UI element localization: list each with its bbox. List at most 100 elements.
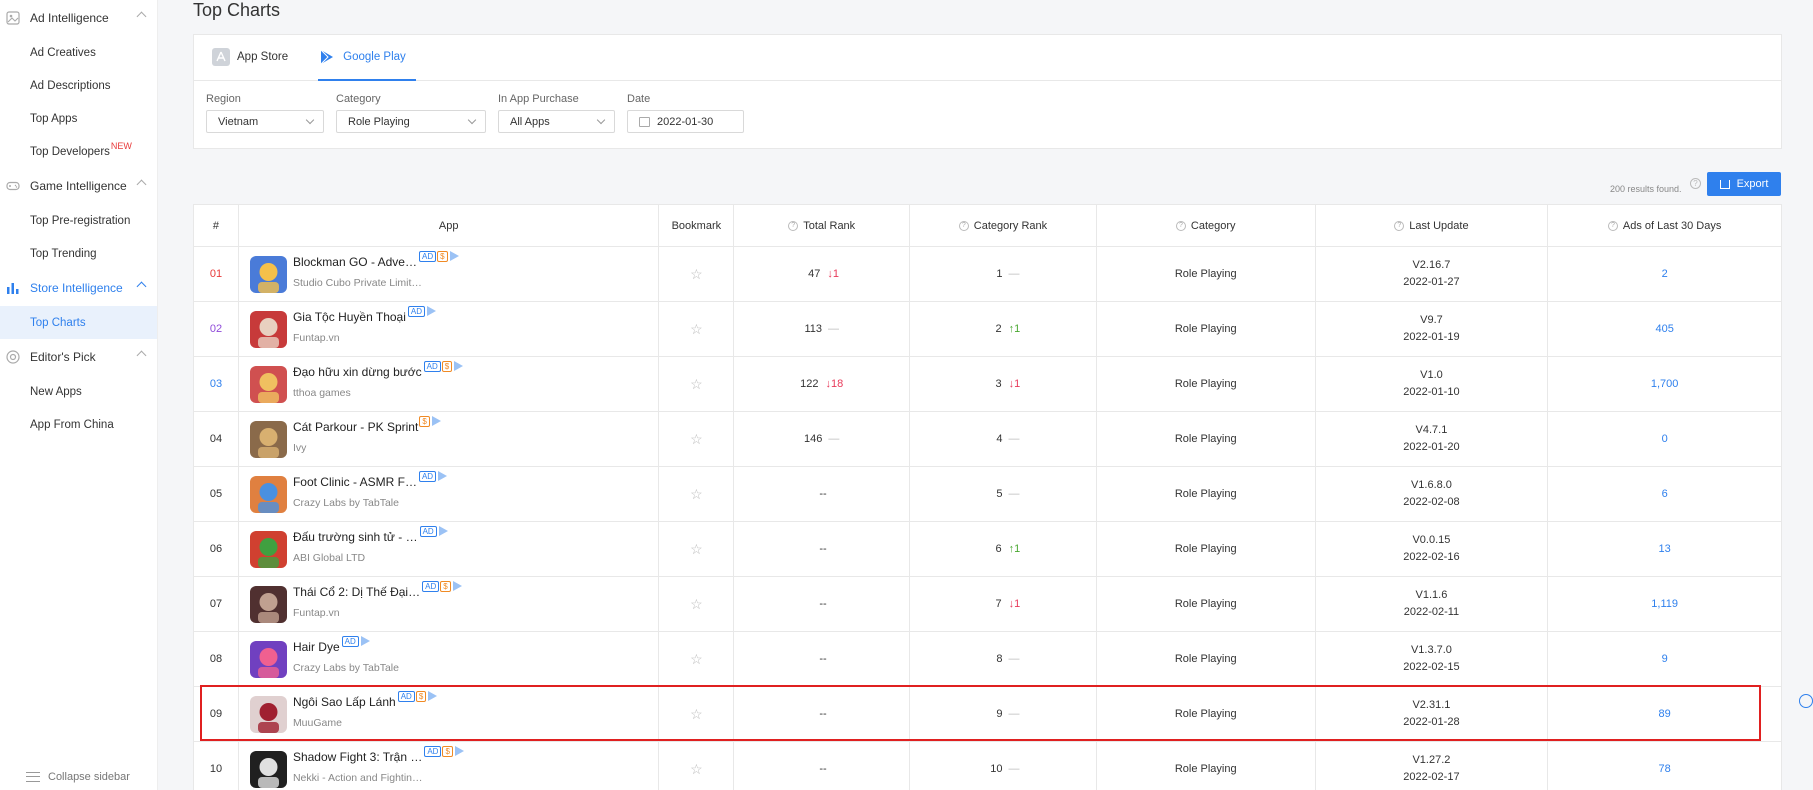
help-icon[interactable]: ? (1690, 178, 1701, 189)
app-name[interactable]: Đấu trường sinh tử - … (293, 530, 418, 544)
help-icon[interactable]: ? (788, 220, 799, 231)
table-row[interactable]: 09 Ngôi Sao Lấp Lánh AD $ MuuGame ☆ -- 9— Role P… (194, 687, 1781, 742)
star-icon[interactable]: ☆ (690, 541, 703, 558)
star-icon[interactable]: ☆ (690, 651, 703, 668)
total-rank-cell: -- (734, 522, 911, 576)
sidebar-item-ad-descriptions[interactable]: Ad Descriptions (0, 69, 157, 102)
app-developer[interactable]: Funtap.vn (293, 332, 436, 344)
app-developer[interactable]: MuuGame (293, 717, 437, 729)
sidebar-group-ad-intelligence[interactable]: Ad Intelligence (0, 0, 157, 36)
star-icon[interactable]: ☆ (690, 596, 703, 613)
sidebar-item-top-apps[interactable]: Top Apps (0, 102, 157, 135)
app-developer[interactable]: Nekki - Action and Fightin… (293, 772, 464, 784)
ads-count-link[interactable]: 405 (1655, 323, 1673, 335)
table-row[interactable]: 02 Gia Tộc Huyền Thoại AD Funtap.vn ☆ 113 — 2 ↑1… (194, 302, 1781, 357)
sidebar-item-ad-creatives[interactable]: Ad Creatives (0, 36, 157, 69)
app-developer[interactable]: Studio Cubo Private Limit… (293, 277, 459, 289)
date-picker[interactable]: 2022-01-30 (627, 110, 744, 133)
chat-icon[interactable] (1799, 694, 1813, 708)
star-icon[interactable]: ☆ (690, 706, 703, 723)
sidebar-group-store-intelligence[interactable]: Store Intelligence (0, 270, 157, 306)
ads-count-link[interactable]: 0 (1662, 433, 1668, 445)
app-name-row: Gia Tộc Huyền Thoại AD (293, 305, 437, 324)
iap-select[interactable]: All Apps (498, 110, 615, 133)
sidebar-item-top-pre-registration[interactable]: Top Pre-registration (0, 204, 157, 237)
app-cell[interactable]: Cát Parkour - PK Sprint $ Ivy (239, 412, 660, 466)
help-icon[interactable]: ? (1607, 220, 1618, 231)
star-icon[interactable]: ☆ (690, 431, 703, 448)
sidebar-group-game-intelligence[interactable]: Game Intelligence (0, 168, 157, 204)
table-row[interactable]: 03 Đạo hữu xin dừng bước AD $ tthoa games ☆ 12… (194, 357, 1781, 412)
sidebar-item-new-apps[interactable]: New Apps (0, 375, 157, 408)
table-row[interactable]: 08 Hair Dye AD Crazy Labs by TabTale ☆ -- 8— Ro… (194, 632, 1781, 687)
star-icon[interactable]: ☆ (690, 321, 703, 338)
export-button[interactable]: Export (1707, 172, 1781, 196)
category-select[interactable]: Role Playing (336, 110, 486, 133)
app-developer[interactable]: Ivy (293, 442, 441, 454)
app-developer[interactable]: Crazy Labs by TabTale (293, 497, 447, 509)
app-name[interactable]: Ngôi Sao Lấp Lánh (293, 695, 396, 709)
header-total-rank[interactable]: ? Total Rank (734, 205, 911, 246)
app-name[interactable]: Hair Dye (293, 640, 340, 654)
header-last-update[interactable]: ? Last Update (1316, 205, 1549, 246)
ads-count-link[interactable]: 9 (1662, 653, 1668, 665)
help-icon[interactable]: ? (958, 220, 969, 231)
app-developer[interactable]: Funtap.vn (293, 607, 462, 619)
tab-app-store[interactable]: App Store (212, 34, 288, 80)
ads-count-link[interactable]: 1,700 (1651, 378, 1679, 390)
sidebar-item-top-developers[interactable]: Top Developers NEW (0, 135, 157, 168)
sidebar-item-top-trending[interactable]: Top Trending (0, 237, 157, 270)
ads-count-link[interactable]: 6 (1662, 488, 1668, 500)
app-cell[interactable]: Gia Tộc Huyền Thoại AD Funtap.vn (239, 302, 660, 356)
app-cell[interactable]: Ngôi Sao Lấp Lánh AD $ MuuGame (239, 687, 660, 741)
ads-count-link[interactable]: 13 (1659, 543, 1671, 555)
help-icon[interactable]: ? (1394, 220, 1405, 231)
header-category-rank[interactable]: ? Category Rank (910, 205, 1097, 246)
star-icon[interactable]: ☆ (690, 266, 703, 283)
app-name[interactable]: Shadow Fight 3: Trận … (293, 750, 422, 764)
sidebar-group-editors-pick[interactable]: Editor's Pick (0, 339, 157, 375)
sidebar-item-app-from-china[interactable]: App From China (0, 408, 157, 441)
app-cell[interactable]: Shadow Fight 3: Trận … AD $ Nekki - Action … (239, 742, 660, 790)
star-icon[interactable]: ☆ (690, 486, 703, 503)
table-row[interactable]: 10 Shadow Fight 3: Trận … AD $ Nekki - Actio… (194, 742, 1781, 790)
app-cell[interactable]: Blockman GO - Adve… AD $ Studio Cubo Privat… (239, 247, 660, 301)
app-cell[interactable]: Foot Clinic - ASMR F… AD Crazy Labs by Tab… (239, 467, 660, 521)
sidebar-group-label: Ad Intelligence (30, 11, 109, 25)
app-name[interactable]: Gia Tộc Huyền Thoại (293, 310, 406, 324)
ads-count-link[interactable]: 1,119 (1651, 598, 1678, 610)
ads-count-link[interactable]: 2 (1662, 268, 1668, 280)
app-name[interactable]: Cát Parkour - PK Sprint (293, 420, 418, 434)
sidebar-item-top-charts[interactable]: Top Charts (0, 306, 157, 339)
collapse-sidebar-button[interactable]: Collapse sidebar (26, 771, 130, 783)
app-name[interactable]: Thái Cổ 2: Dị Thế Đại… (293, 585, 420, 599)
app-name[interactable]: Blockman GO - Adve… (293, 255, 417, 269)
table-row[interactable]: 07 Thái Cổ 2: Dị Thế Đại… AD $ Funtap.vn ☆ -- 7… (194, 577, 1781, 632)
table-row[interactable]: 04 Cát Parkour - PK Sprint $ Ivy ☆ 146—4— Role… (194, 412, 1781, 467)
tab-google-play[interactable]: Google Play (318, 34, 416, 81)
table-row[interactable]: 05 Foot Clinic - ASMR F… AD Crazy Labs by T… (194, 467, 1781, 522)
app-cell[interactable]: Đạo hữu xin dừng bước AD $ tthoa games (239, 357, 660, 411)
app-cell[interactable]: Thái Cổ 2: Dị Thế Đại… AD $ Funtap.vn (239, 577, 660, 631)
ads-count-link[interactable]: 78 (1659, 763, 1671, 775)
header-ads[interactable]: ? Ads of Last 30 Days (1548, 205, 1781, 246)
app-version: V4.7.1 (1415, 424, 1448, 436)
date-filter: Date 2022-01-30 (627, 93, 744, 133)
last-update-cell: V4.7.1 2022-01-20 (1316, 412, 1549, 466)
app-developer[interactable]: ABI Global LTD (293, 552, 448, 564)
app-developer[interactable]: tthoa games (293, 387, 463, 399)
app-cell[interactable]: Hair Dye AD Crazy Labs by TabTale (239, 632, 660, 686)
header-category[interactable]: ? Category (1097, 205, 1316, 246)
star-icon[interactable]: ☆ (690, 376, 703, 393)
table-row[interactable]: 01 Blockman GO - Adve… AD $ Studio Cubo Priv… (194, 247, 1781, 302)
table-row[interactable]: 06 Đấu trường sinh tử - … AD ABI Global LTD… (194, 522, 1781, 577)
ads-count-link[interactable]: 89 (1659, 708, 1671, 720)
region-select[interactable]: Vietnam (206, 110, 324, 133)
last-update-cell: V2.31.1 2022-01-28 (1316, 687, 1549, 741)
app-cell[interactable]: Đấu trường sinh tử - … AD ABI Global LTD (239, 522, 660, 576)
app-name[interactable]: Foot Clinic - ASMR F… (293, 475, 417, 489)
help-icon[interactable]: ? (1175, 220, 1186, 231)
app-name[interactable]: Đạo hữu xin dừng bước (293, 365, 422, 379)
app-developer[interactable]: Crazy Labs by TabTale (293, 662, 399, 674)
star-icon[interactable]: ☆ (690, 761, 703, 778)
